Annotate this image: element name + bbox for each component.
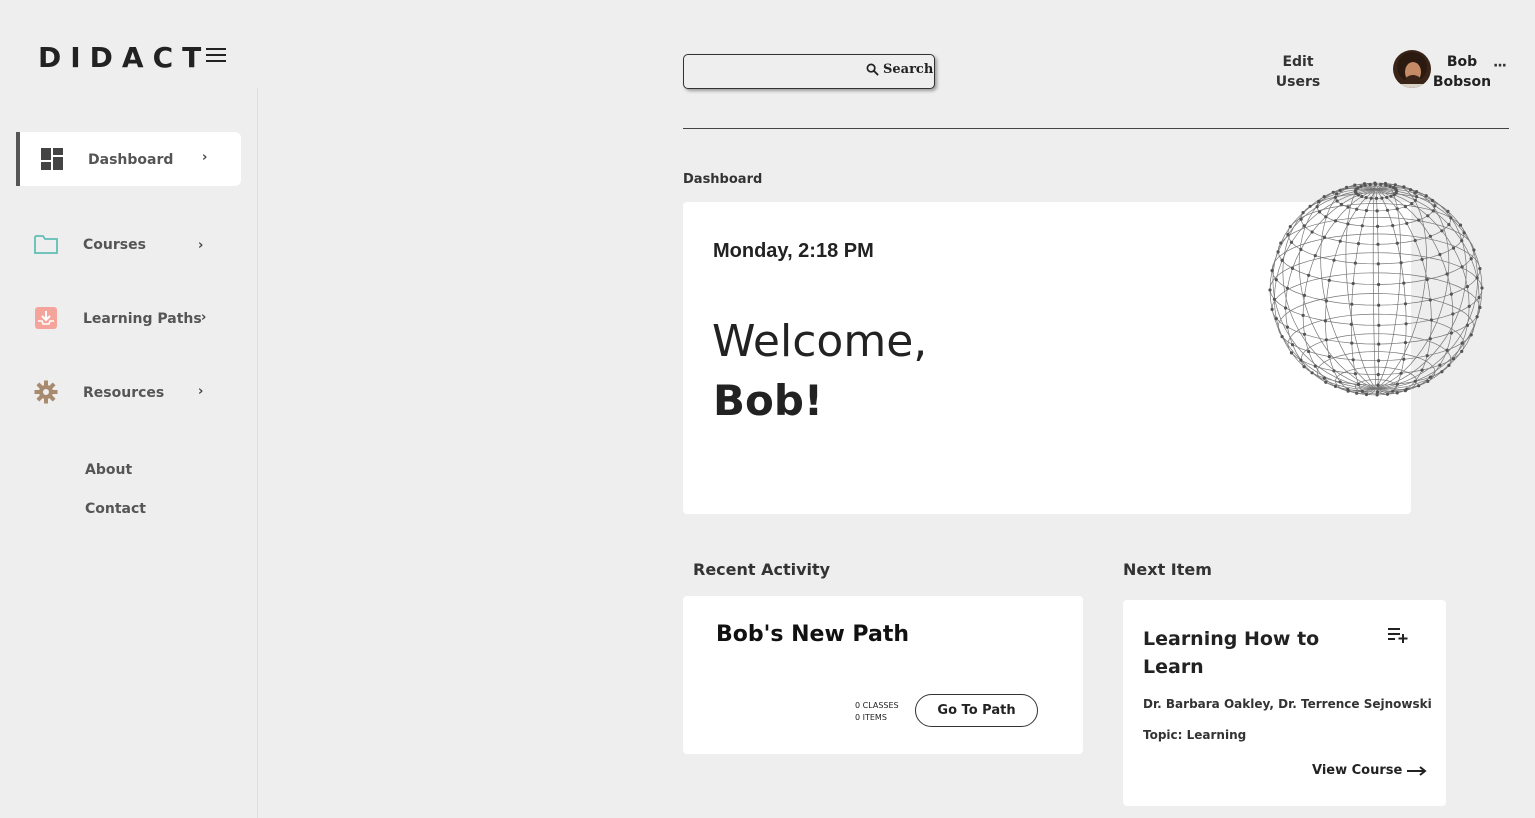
search-bar: Search [683, 54, 935, 89]
gear-icon [34, 380, 58, 404]
hamburger-menu-icon[interactable] [206, 48, 226, 64]
playlist-add-icon[interactable] [1387, 626, 1409, 644]
welcome-user-name: Bob! [713, 376, 824, 425]
wireframe-sphere-illustration [1268, 181, 1484, 397]
sidebar-item-courses[interactable]: Courses › [16, 218, 241, 272]
app-page: DIDACT Dashboard › Courses › Learning Pa… [0, 0, 1535, 818]
contact-link[interactable]: Contact [85, 501, 146, 517]
path-stats: 0 CLASSES 0 ITEMS [855, 700, 899, 724]
welcome-greeting: Welcome, [712, 316, 928, 367]
path-title: Bob's New Path [716, 622, 909, 647]
page-title: Dashboard [683, 172, 763, 187]
next-item-heading: Next Item [1123, 560, 1212, 579]
sidebar-item-resources[interactable]: Resources › [16, 366, 241, 420]
about-link[interactable]: About [85, 462, 132, 478]
search-input[interactable] [690, 60, 864, 84]
chevron-right-icon: › [198, 238, 204, 253]
header-divider [683, 128, 1509, 129]
sidebar-item-label: Resources [83, 385, 165, 401]
search-button[interactable]: Search [866, 62, 933, 77]
go-to-path-button[interactable]: Go To Path [915, 694, 1038, 727]
recent-activity-heading: Recent Activity [693, 560, 831, 579]
avatar[interactable] [1393, 50, 1431, 88]
dashboard-icon [41, 148, 63, 170]
course-title: Learning How to Learn [1143, 628, 1320, 678]
app-logo: DIDACT [38, 41, 211, 74]
view-course-link[interactable]: View Course [1312, 763, 1427, 778]
path-items-count: 0 ITEMS [855, 713, 887, 722]
user-first-name: Bob [1446, 54, 1478, 70]
sidebar-item-learning-paths[interactable]: Learning Paths › [16, 292, 241, 346]
current-datetime: Monday, 2:18 PM [713, 240, 874, 262]
search-button-label: Search [883, 62, 934, 77]
sidebar-item-label: Dashboard [88, 152, 174, 168]
folder-icon [34, 235, 58, 254]
path-classes-count: 0 CLASSES [855, 701, 899, 710]
inbox-download-icon [35, 307, 57, 329]
chevron-right-icon: › [198, 384, 204, 399]
edit-users-link[interactable]: Edit Users [1266, 52, 1330, 92]
recent-activity-card: Bob's New Path 0 CLASSES 0 ITEMS Go To P… [683, 596, 1083, 754]
course-topic: Topic: Learning [1143, 728, 1247, 742]
sidebar-item-label: Courses [83, 237, 146, 253]
more-options-icon[interactable]: ··· [1493, 58, 1507, 74]
next-item-card: Learning How to Learn Dr. Barbara Oakley… [1123, 600, 1446, 806]
user-name: Bob Bobson [1432, 52, 1492, 92]
user-last-name: Bobson [1432, 74, 1492, 90]
course-authors: Dr. Barbara Oakley, Dr. Terrence Sejnows… [1143, 697, 1432, 711]
chevron-right-icon: › [202, 150, 208, 165]
search-icon [866, 63, 879, 76]
arrow-right-icon [1407, 765, 1427, 776]
sidebar-item-label: Learning Paths [83, 311, 202, 327]
view-course-label: View Course [1312, 763, 1403, 778]
sidebar-item-dashboard[interactable]: Dashboard › [16, 132, 241, 186]
sidebar-divider [257, 88, 258, 818]
chevron-right-icon: › [201, 310, 207, 325]
